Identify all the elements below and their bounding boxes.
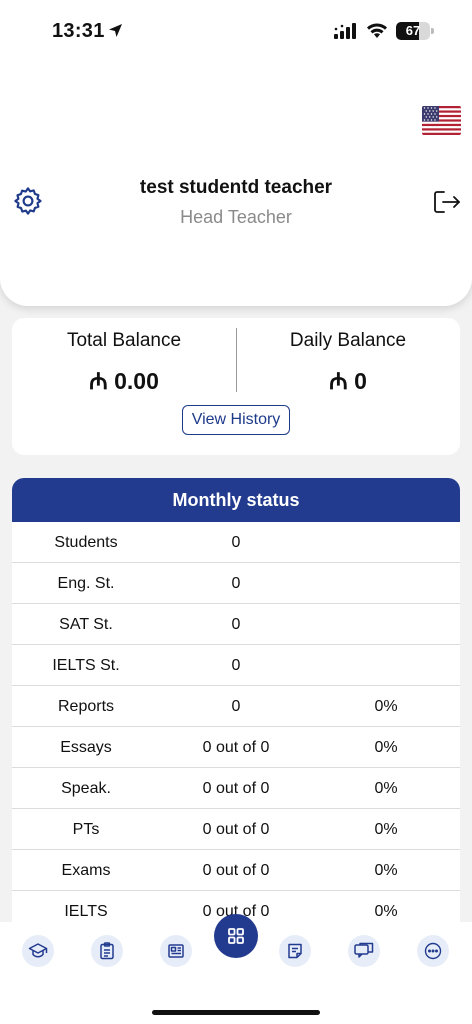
row-label: IELTS St.	[52, 657, 120, 674]
daily-balance-value: ₼ 0	[329, 368, 367, 394]
user-role: Head Teacher	[180, 207, 292, 227]
total-balance-value: ₼ 0.00	[89, 368, 159, 394]
row-label: IELTS	[64, 903, 108, 920]
row-label: Exams	[61, 862, 111, 879]
table-row: Exams 0 out of 0 0%	[12, 850, 460, 891]
row-label: Essays	[60, 739, 112, 756]
row-value: 0	[231, 657, 241, 674]
row-value: 0 out of 0	[202, 821, 270, 838]
more-icon[interactable]	[417, 935, 449, 967]
monthly-status-title: Monthly status	[12, 478, 460, 522]
monthly-status-card: Monthly status Students 0 Eng. St. 0 SAT…	[12, 478, 460, 922]
row-percent: 0%	[374, 862, 398, 879]
cellular-signal-icon	[334, 23, 356, 39]
table-row: Students 0	[12, 522, 460, 563]
row-label: Eng. St.	[57, 575, 115, 592]
home-indicator	[152, 1010, 320, 1015]
chat-icon[interactable]	[348, 935, 380, 967]
row-percent: 0%	[374, 780, 398, 797]
table-row: Essays 0 out of 0 0%	[12, 727, 460, 768]
row-label: Reports	[57, 698, 115, 715]
row-label: Students	[54, 534, 118, 551]
row-value: 0	[231, 698, 241, 715]
total-balance: Total Balance ₼ 0.00	[12, 330, 236, 396]
row-value: 0 out of 0	[202, 739, 270, 756]
table-row: PTs 0 out of 0 0%	[12, 809, 460, 850]
battery-level: 67	[405, 23, 421, 38]
daily-balance-label: Daily Balance	[289, 330, 407, 351]
row-value: 0 out of 0	[202, 862, 270, 879]
notes-icon[interactable]	[279, 935, 311, 967]
balance-card: Total Balance ₼ 0.00 Daily Balance ₼ 0 V…	[12, 318, 460, 455]
view-history-button[interactable]: View History	[182, 405, 290, 435]
daily-balance: Daily Balance ₼ 0	[236, 330, 460, 396]
table-row: Reports 0 0%	[12, 686, 460, 727]
wifi-icon	[367, 23, 387, 38]
us-flag-icon[interactable]	[422, 106, 461, 135]
row-label: SAT St.	[59, 616, 113, 633]
row-percent: 0%	[374, 903, 398, 920]
row-value: 0 out of 0	[202, 780, 270, 797]
clipboard-icon[interactable]	[91, 935, 123, 967]
table-row: Eng. St. 0	[12, 563, 460, 604]
row-percent: 0%	[374, 698, 398, 715]
row-value: 0	[231, 575, 241, 592]
graduation-cap-icon[interactable]	[22, 935, 54, 967]
user-name: test studentd teacher	[139, 177, 333, 198]
newspaper-icon[interactable]	[160, 935, 192, 967]
total-balance-label: Total Balance	[66, 330, 182, 351]
table-row: IELTS St. 0	[12, 645, 460, 686]
table-row: Speak. 0 out of 0 0%	[12, 768, 460, 809]
status-bar: 13:31 67	[0, 0, 472, 60]
table-row: SAT St. 0	[12, 604, 460, 645]
battery-icon: 67	[396, 22, 434, 40]
row-percent: 0%	[374, 821, 398, 838]
row-value: 0	[231, 534, 241, 551]
row-label: PTs	[72, 821, 100, 838]
location-arrow-icon	[109, 24, 122, 37]
row-percent: 0%	[374, 739, 398, 756]
row-label: Speak.	[61, 780, 111, 797]
status-time: 13:31	[52, 20, 105, 42]
grid-icon[interactable]	[214, 914, 258, 958]
row-value: 0	[231, 616, 241, 633]
